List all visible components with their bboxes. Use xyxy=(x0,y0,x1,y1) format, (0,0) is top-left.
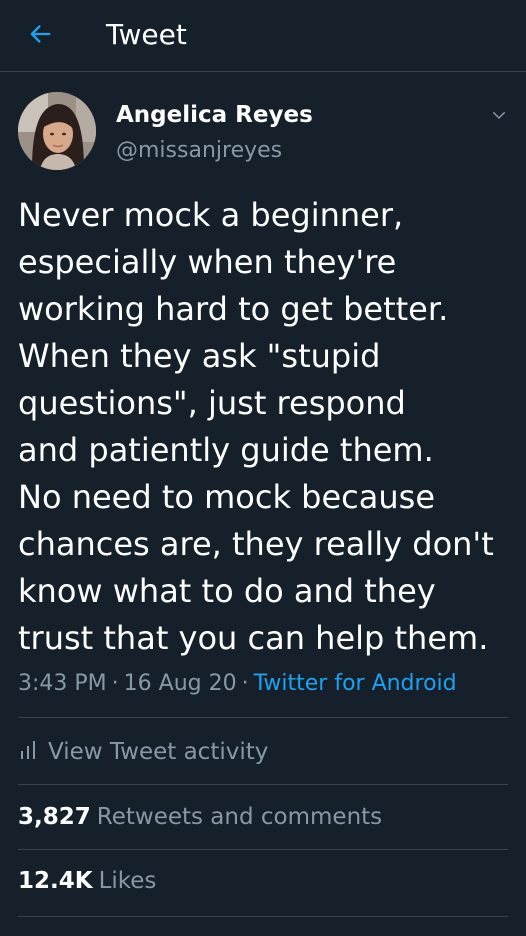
tweet-date: 16 Aug 20 xyxy=(123,671,237,696)
divider xyxy=(18,849,508,850)
divider xyxy=(18,717,508,718)
top-bar: Tweet xyxy=(0,0,526,72)
divider xyxy=(18,784,508,785)
avatar[interactable] xyxy=(18,92,96,170)
divider xyxy=(18,916,508,917)
likes-label: Likes xyxy=(98,868,157,894)
view-tweet-activity-button[interactable]: View Tweet activity xyxy=(18,734,268,770)
tweet-meta: 3:43 PM · 16 Aug 20 · Twitter for Android xyxy=(18,668,457,700)
likes-count: 12.4K xyxy=(18,868,93,894)
meta-separator: · xyxy=(241,671,249,696)
retweets-label: Retweets and comments xyxy=(96,804,383,830)
retweets-count: 3,827 xyxy=(18,804,91,830)
tweet-text: Never mock a beginner, especially when t… xyxy=(18,196,494,657)
tweet-menu-button[interactable] xyxy=(484,102,514,132)
tweet-time: 3:43 PM xyxy=(18,671,107,696)
bar-chart-icon xyxy=(18,739,40,765)
author-handle[interactable]: @missanjreyes xyxy=(116,136,282,166)
tweet-author: Angelica Reyes @missanjreyes xyxy=(0,88,526,178)
retweets-stat[interactable]: 3,827 Retweets and comments xyxy=(18,800,382,834)
tweet-detail-screen: Tweet Angelica Reyes @missanjreyes Never… xyxy=(0,0,526,936)
page-title: Tweet xyxy=(106,18,187,51)
author-name[interactable]: Angelica Reyes xyxy=(116,100,313,130)
chevron-down-icon xyxy=(490,106,508,128)
likes-stat[interactable]: 12.4K Likes xyxy=(18,864,156,898)
activity-label: View Tweet activity xyxy=(48,739,269,765)
back-button[interactable] xyxy=(16,18,64,54)
meta-separator: · xyxy=(111,671,119,696)
tweet-source-link[interactable]: Twitter for Android xyxy=(254,671,457,696)
arrow-left-icon xyxy=(26,20,54,52)
